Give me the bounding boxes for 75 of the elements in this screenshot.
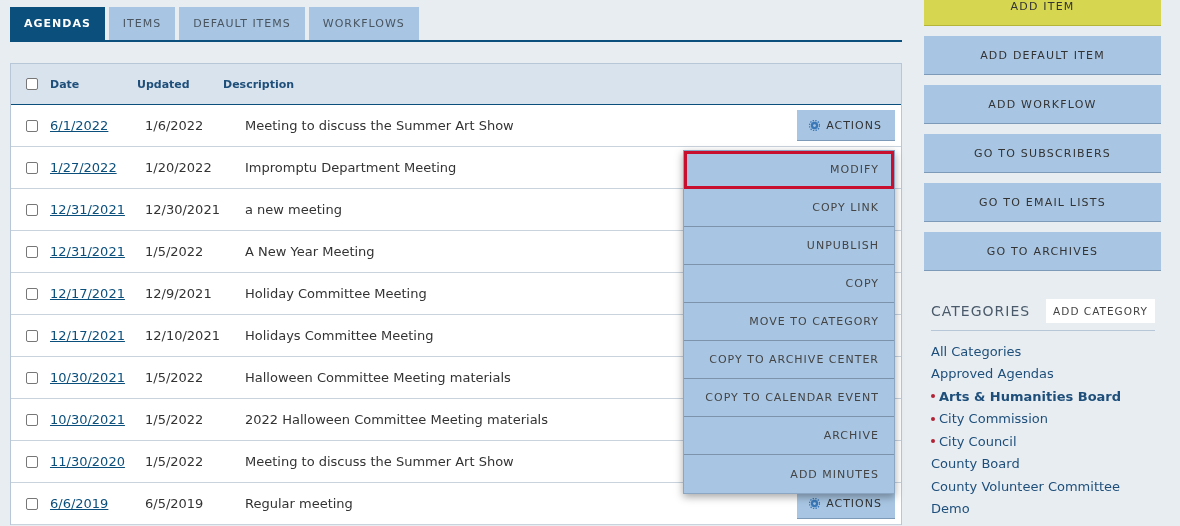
table-cell: Meeting to discuss the Summer Art Show <box>245 118 514 133</box>
table-cell: 1/5/2022 <box>145 454 204 469</box>
category-link[interactable]: City Council <box>931 430 1161 453</box>
date-link[interactable]: 12/31/2021 <box>50 202 145 217</box>
sidebar-button[interactable]: ADD WORKFLOW <box>924 85 1161 124</box>
table-cell: A New Year Meeting <box>245 244 375 259</box>
row-checkbox[interactable] <box>26 245 38 258</box>
table-cell: 1/20/2022 <box>145 160 212 175</box>
actions-button[interactable]: ACTIONS <box>797 110 895 141</box>
table-cell: 6/5/2019 <box>145 496 204 511</box>
gear-icon <box>809 497 821 509</box>
table-cell: 1/5/2022 <box>145 370 204 385</box>
category-link[interactable]: All Categories <box>931 340 1161 363</box>
table-cell: 2022 Halloween Committee Meeting materials <box>245 412 548 427</box>
category-link[interactable]: County Volunteer Committee <box>931 475 1161 498</box>
date-link[interactable]: 6/1/2022 <box>50 118 145 133</box>
category-link[interactable]: Demo <box>931 497 1161 520</box>
table-cell: Regular meeting <box>245 496 353 511</box>
menu-item[interactable]: COPY TO CALENDAR EVENT <box>684 379 894 417</box>
sidebar-button[interactable]: GO TO ARCHIVES <box>924 232 1161 271</box>
date-link[interactable]: 6/6/2019 <box>50 496 145 511</box>
date-link[interactable]: 12/17/2021 <box>50 286 145 301</box>
category-link[interactable]: County Board <box>931 452 1161 475</box>
table-cell: 1/6/2022 <box>145 118 204 133</box>
row-checkbox[interactable] <box>26 413 38 426</box>
gear-icon <box>809 119 821 131</box>
tab[interactable]: DEFAULT ITEMS <box>179 7 305 40</box>
table-cell: Meeting to discuss the Summer Art Show <box>245 454 514 469</box>
table-cell: Holidays Committee Meeting <box>245 328 434 343</box>
table-cell: Halloween Committee Meeting materials <box>245 370 511 385</box>
menu-item[interactable]: MODIFY <box>684 151 894 189</box>
row-checkbox[interactable] <box>26 161 38 174</box>
table-cell: Holiday Committee Meeting <box>245 286 427 301</box>
sidebar-button[interactable]: GO TO EMAIL LISTS <box>924 183 1161 222</box>
date-link[interactable]: 11/30/2020 <box>50 454 145 469</box>
row-checkbox[interactable] <box>26 455 38 468</box>
table-cell: 1/5/2022 <box>145 244 204 259</box>
date-link[interactable]: 10/30/2021 <box>50 412 145 427</box>
date-link[interactable]: 12/17/2021 <box>50 328 145 343</box>
row-checkbox[interactable] <box>26 371 38 384</box>
date-link[interactable]: 1/27/2022 <box>50 160 145 175</box>
menu-item[interactable]: COPY LINK <box>684 189 894 227</box>
menu-item[interactable]: COPY <box>684 265 894 303</box>
table-cell: 12/10/2021 <box>145 328 220 343</box>
sidebar-button[interactable]: ADD ITEM <box>924 0 1161 26</box>
tab[interactable]: AGENDAS <box>10 7 105 40</box>
date-link[interactable]: 10/30/2021 <box>50 370 145 385</box>
tab[interactable]: ITEMS <box>108 7 176 40</box>
table-cell: Impromptu Department Meeting <box>245 160 457 175</box>
menu-item[interactable]: COPY TO ARCHIVE CENTER <box>684 341 894 379</box>
table-cell: 12/30/2021 <box>145 202 220 217</box>
row-checkbox[interactable] <box>26 119 38 132</box>
row-checkbox[interactable] <box>26 329 38 342</box>
categories-title: CATEGORIES <box>931 303 1031 319</box>
column-header[interactable]: Description <box>223 77 901 91</box>
table-cell: a new meeting <box>245 202 342 217</box>
sidebar-button[interactable]: ADD DEFAULT ITEM <box>924 36 1161 75</box>
column-header[interactable]: Date <box>50 77 137 91</box>
column-header[interactable]: Updated <box>137 77 223 91</box>
category-link[interactable]: Approved Agendas <box>931 362 1161 385</box>
row-checkbox[interactable] <box>26 287 38 300</box>
row-checkbox[interactable] <box>26 203 38 216</box>
tab[interactable]: WORKFLOWS <box>308 7 419 40</box>
menu-item[interactable]: MOVE TO CATEGORY <box>684 303 894 341</box>
table-cell: 1/5/2022 <box>145 412 204 427</box>
menu-item[interactable]: ARCHIVE <box>684 417 894 455</box>
date-link[interactable]: 12/31/2021 <box>50 244 145 259</box>
category-link[interactable]: Arts & Humanities Board <box>931 385 1161 408</box>
menu-item[interactable]: UNPUBLISH <box>684 227 894 265</box>
row-checkbox[interactable] <box>26 497 38 510</box>
category-link[interactable]: City Commission <box>931 407 1161 430</box>
sidebar-button[interactable]: GO TO SUBSCRIBERS <box>924 134 1161 173</box>
add-category-button[interactable]: ADD CATEGORY <box>1046 299 1155 323</box>
select-all-checkbox[interactable] <box>26 78 38 90</box>
table-cell: 12/9/2021 <box>145 286 212 301</box>
